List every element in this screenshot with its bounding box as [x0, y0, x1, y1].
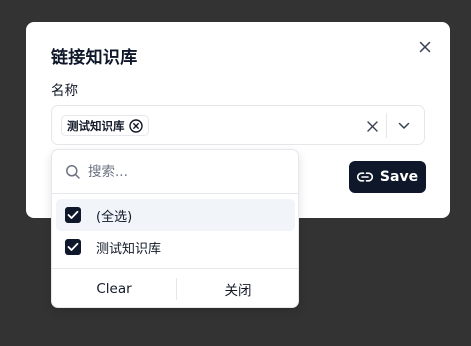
selected-chip-label: 测试知识库: [67, 118, 125, 133]
name-field-label: 名称: [51, 83, 78, 99]
option-label: 测试知识库: [96, 241, 162, 257]
dropdown-search-input[interactable]: [88, 160, 283, 184]
select-all-checkbox[interactable]: [65, 207, 81, 223]
dialog-title: 链接知识库: [51, 48, 138, 68]
option-select-all[interactable]: (全选): [56, 199, 295, 231]
close-dropdown-button[interactable]: 关闭: [176, 269, 300, 308]
option-checkbox[interactable]: [65, 239, 81, 255]
x-circle-icon: [129, 118, 143, 133]
clear-selection-button[interactable]: [364, 118, 380, 134]
dropdown-toggle-button[interactable]: [396, 118, 412, 134]
save-button[interactable]: Save: [349, 161, 426, 193]
select-divider: [386, 113, 387, 138]
knowledge-base-multiselect[interactable]: 测试知识库: [51, 105, 425, 145]
selected-chip: 测试知识库: [61, 115, 149, 136]
search-icon: [66, 165, 80, 179]
save-button-label: Save: [379, 169, 419, 185]
chevron-down-icon: [398, 122, 410, 129]
chip-remove-button[interactable]: [129, 118, 144, 133]
clear-button[interactable]: Clear: [52, 269, 176, 308]
dropdown-footer: Clear 关闭: [52, 268, 298, 308]
dropdown-search-row: [52, 150, 298, 194]
knowledge-base-dropdown: (全选) 测试知识库 Clear 关闭: [51, 149, 299, 308]
check-icon: [67, 210, 79, 219]
close-icon: [366, 120, 378, 132]
option-test-knowledge-base[interactable]: 测试知识库: [56, 231, 295, 263]
close-icon: [419, 41, 431, 53]
check-icon: [67, 242, 79, 251]
link-icon: [356, 172, 373, 182]
option-label: (全选): [96, 209, 133, 225]
dialog-close-button[interactable]: [416, 38, 434, 56]
